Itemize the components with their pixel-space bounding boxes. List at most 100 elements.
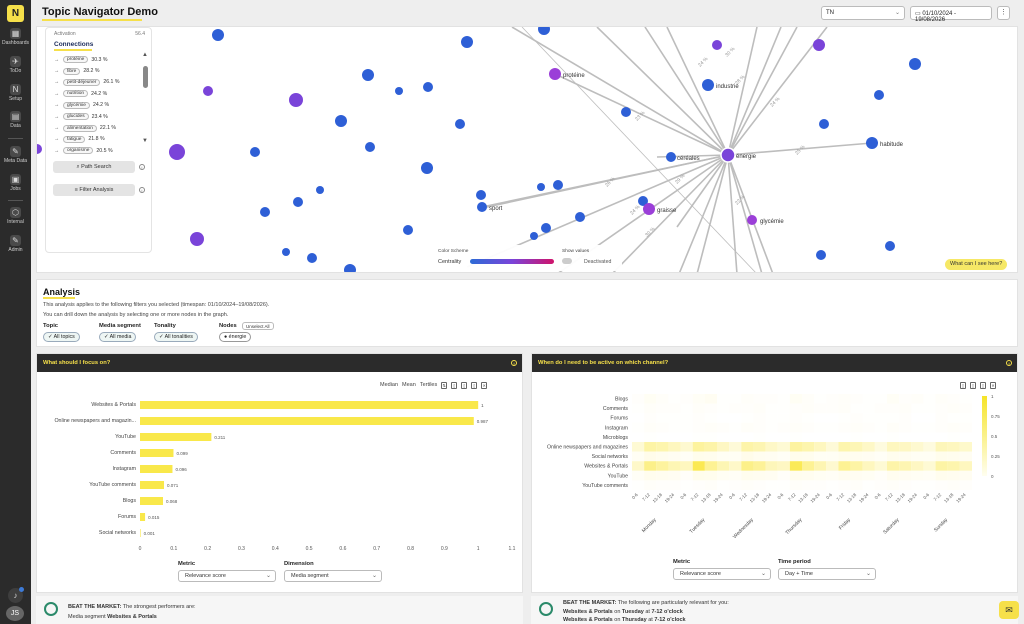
heatmap-cell[interactable] [692,442,705,452]
heatmap-cell[interactable] [802,413,815,423]
heatmap-cell[interactable] [777,442,790,452]
graph-node-labeled[interactable] [477,202,487,212]
heatmap-cell[interactable] [947,394,960,404]
heatmap-cell[interactable] [692,451,705,462]
heatmap-cell[interactable] [741,470,754,481]
heatmap-cell[interactable] [802,480,815,490]
bar[interactable] [140,401,479,409]
heatmap-cell[interactable] [850,470,863,481]
heatmap-cell[interactable] [765,403,778,414]
what-can-i-see-button[interactable]: What can I see here? [945,259,1008,270]
heatmap-cell[interactable] [789,403,802,414]
heatmap-cell[interactable] [923,442,936,452]
heatmap-cell[interactable] [935,413,948,423]
heatmap-cell[interactable] [717,403,730,414]
heatmap-cell[interactable] [680,422,693,433]
connection-row[interactable]: → protéine 30.3 % [54,54,134,65]
heatmap-cell[interactable] [814,422,827,433]
heatmap-cell[interactable] [729,432,742,442]
graph-node[interactable] [885,241,895,251]
heatmap-cell[interactable] [777,480,790,490]
heatmap-cell[interactable] [838,480,851,490]
dimension-select[interactable]: Media segment ⌄ [284,570,382,582]
heatmap-cell[interactable] [741,451,754,462]
graph-node[interactable] [423,82,433,92]
heatmap-cell[interactable] [668,432,681,442]
heatmap-cell[interactable] [947,470,960,481]
heatmap-cell[interactable] [838,470,851,481]
rail-item-meta-data[interactable]: ✎ Meta Data [0,146,31,164]
rail-item-admin[interactable]: ✎ Admin [0,235,31,253]
scroll-up-icon[interactable]: ▲ [142,52,148,58]
heatmap-cell[interactable] [838,432,851,442]
graph-node[interactable] [293,197,303,207]
heatmap-cell[interactable] [753,432,766,442]
bar[interactable] [140,481,165,489]
graph-node[interactable] [212,29,224,41]
heatmap-cell[interactable] [680,442,693,452]
heatmap-cell[interactable] [959,461,972,471]
heatmap-cell[interactable] [729,403,742,414]
heatmap-cell[interactable] [862,470,875,481]
heatmap-cell[interactable] [741,432,754,442]
heatmap-cell[interactable] [959,442,972,452]
graph-node[interactable] [203,86,213,96]
heatmap-cell[interactable] [899,470,912,481]
heatmap-cell[interactable] [765,470,778,481]
heatmap-cell[interactable] [692,470,705,481]
heatmap-cell[interactable] [717,413,730,423]
heatmap-cell[interactable] [838,461,851,471]
graph-node[interactable] [362,69,374,81]
more-options-button[interactable]: ⋮ [997,6,1010,20]
heatmap-cell[interactable] [850,413,863,423]
heatmap-cell[interactable] [668,413,681,423]
media-filter-chip[interactable]: ✓ All media [99,332,137,342]
heatmap-cell[interactable] [656,470,669,481]
heatmap-cell[interactable] [947,480,960,490]
bar[interactable] [140,497,163,505]
bar[interactable] [140,465,173,473]
heatmap-cell[interactable] [717,442,730,452]
heatmap-cell[interactable] [862,480,875,490]
heatmap-cell[interactable] [789,432,802,442]
graph-node[interactable] [874,90,884,100]
bar[interactable] [140,417,474,425]
heatmap-cell[interactable] [656,403,669,414]
heatmap-cell[interactable] [911,394,924,404]
heatmap-cell[interactable] [680,470,693,481]
heatmap-cell[interactable] [959,394,972,404]
graph-node[interactable] [316,186,324,194]
graph-node[interactable] [403,225,413,235]
heatmap-cell[interactable] [911,442,924,452]
heatmap-cell[interactable] [826,394,839,404]
chat-icon[interactable]: ✉ [999,601,1019,619]
heatmap-cell[interactable] [947,403,960,414]
heatmap-cell[interactable] [668,403,681,414]
graph-node[interactable] [816,250,826,260]
heatmap-cell[interactable] [874,432,887,442]
graph-node[interactable] [395,87,403,95]
heatmap-cell[interactable] [704,451,717,462]
heatmap-cell[interactable] [923,394,936,404]
heatmap-cell[interactable] [935,451,948,462]
heatmap-cell[interactable] [680,480,693,490]
heatmap-cell[interactable] [850,451,863,462]
heatmap-cell[interactable] [692,413,705,423]
heatmap-cell[interactable] [644,480,657,490]
heatmap-cell[interactable] [789,470,802,481]
heatmap-cell[interactable] [923,403,936,414]
heatmap-cell[interactable] [826,442,839,452]
heatmap-cell[interactable] [935,394,948,404]
graph-node-labeled[interactable] [549,68,561,80]
heatmap-cell[interactable] [789,480,802,490]
heatmap-cell[interactable] [862,394,875,404]
heatmap-cell[interactable] [692,422,705,433]
scroll-down-icon[interactable]: ▼ [142,138,148,144]
heatmap-cell[interactable] [704,461,717,471]
graph-node[interactable] [575,212,585,222]
heatmap-cell[interactable] [802,451,815,462]
heatmap-cell[interactable] [765,394,778,404]
graph-node[interactable] [909,58,921,70]
graph-node[interactable] [335,115,347,127]
heatmap-cell[interactable] [789,413,802,423]
